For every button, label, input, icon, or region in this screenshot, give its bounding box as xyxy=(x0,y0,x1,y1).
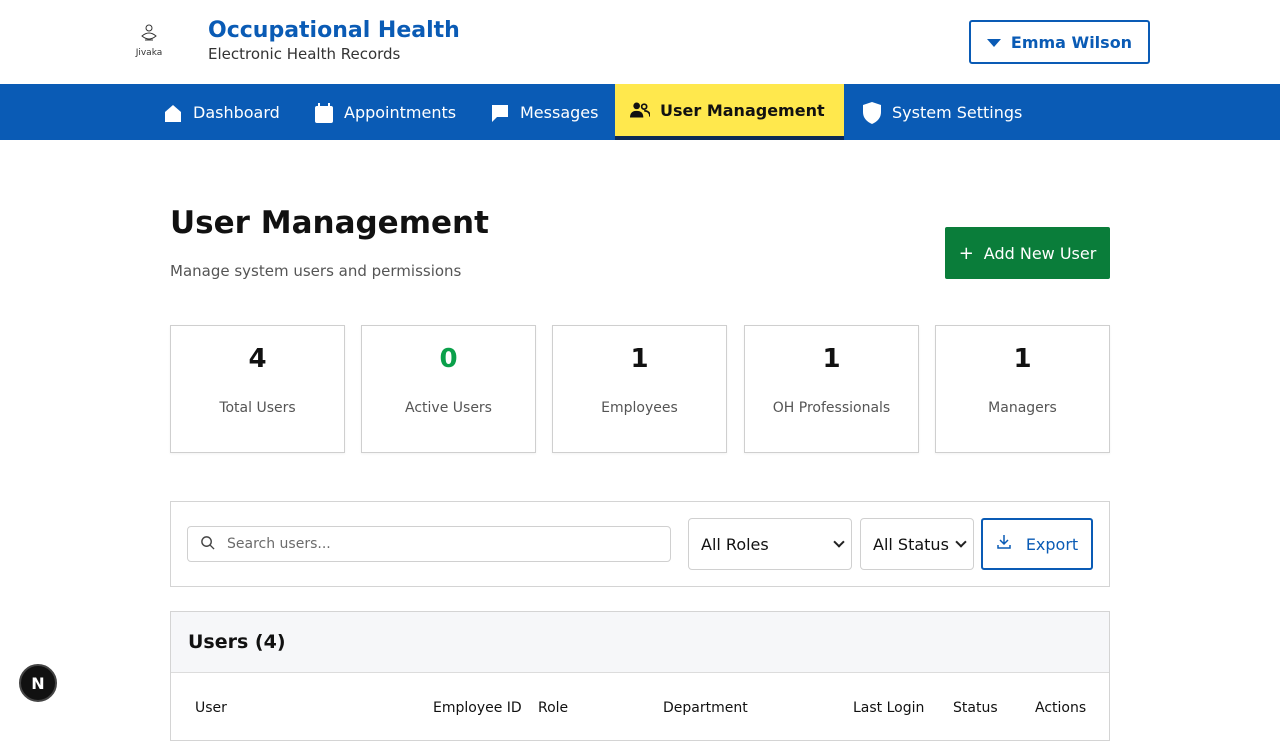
status-filter-select[interactable]: All Status xyxy=(860,518,974,570)
nav-label: User Management xyxy=(660,100,825,120)
nav-label: Appointments xyxy=(344,102,457,122)
message-icon xyxy=(490,102,510,122)
stat-card-total-users: 4 Total Users xyxy=(170,325,345,453)
column-header-role[interactable]: Role xyxy=(538,700,568,716)
stat-value: 1 xyxy=(822,344,841,374)
stat-label: Employees xyxy=(601,400,678,416)
dev-tools-badge[interactable]: N xyxy=(19,664,57,702)
stat-label: OH Professionals xyxy=(772,400,891,416)
user-menu-button[interactable]: Emma Wilson xyxy=(969,20,1150,64)
users-icon xyxy=(630,100,650,120)
stat-label: Managers xyxy=(988,400,1057,416)
calendar-icon xyxy=(314,102,334,123)
app-subtitle: Electronic Health Records xyxy=(208,45,401,63)
role-filter-value: All Roles xyxy=(701,534,769,554)
users-table-title: Users (4) xyxy=(188,631,286,653)
logo-text: Jivaka xyxy=(135,48,163,58)
main-nav: Dashboard Appointments Messages User Man… xyxy=(0,84,1280,140)
nav-label: Dashboard xyxy=(193,102,280,122)
stat-value: 4 xyxy=(248,344,267,374)
nav-item-dashboard[interactable]: Dashboard xyxy=(148,84,295,140)
user-name: Emma Wilson xyxy=(1010,32,1133,52)
stat-card-active-users: 0 Active Users xyxy=(361,325,536,453)
stat-card-managers: 1 Managers xyxy=(935,325,1110,453)
column-header-actions[interactable]: Actions xyxy=(1035,700,1086,716)
filter-bar: All Roles All Status Export xyxy=(170,501,1110,587)
export-button[interactable]: Export xyxy=(981,518,1093,570)
stat-value: 1 xyxy=(1013,344,1032,374)
shield-icon xyxy=(862,102,882,124)
stat-value: 0 xyxy=(439,344,458,374)
search-box xyxy=(187,526,671,562)
search-icon xyxy=(200,535,215,554)
nav-item-messages[interactable]: Messages xyxy=(475,84,613,140)
home-icon xyxy=(163,102,183,122)
chevron-down-icon xyxy=(833,536,845,548)
search-input[interactable] xyxy=(227,536,647,552)
column-header-status[interactable]: Status xyxy=(953,700,998,716)
add-new-user-button[interactable]: + Add New User xyxy=(945,227,1110,279)
stat-card-employees: 1 Employees xyxy=(552,325,727,453)
nav-item-user-management[interactable]: User Management xyxy=(615,84,844,140)
stat-value: 1 xyxy=(630,344,649,374)
users-table-header: Users (4) xyxy=(171,612,1109,673)
jivaka-logo[interactable]: Jivaka xyxy=(130,22,168,62)
caret-down-icon xyxy=(986,39,1001,47)
app-header: Jivaka Occupational Health Electronic He… xyxy=(0,0,1280,84)
download-icon xyxy=(996,534,1012,554)
page-subtitle: Manage system users and permissions xyxy=(170,262,462,280)
users-table: Users (4) User Employee ID Role Departme… xyxy=(170,611,1110,741)
stat-label: Active Users xyxy=(405,400,492,416)
nav-label: System Settings xyxy=(892,102,1023,122)
stat-label: Total Users xyxy=(219,400,296,416)
column-header-employee-id[interactable]: Employee ID xyxy=(433,700,522,716)
nav-item-appointments[interactable]: Appointments xyxy=(299,84,471,140)
column-header-last-login[interactable]: Last Login xyxy=(853,700,924,716)
page-title: User Management xyxy=(170,205,489,241)
nav-item-system-settings[interactable]: System Settings xyxy=(847,84,1037,140)
stat-card-oh-professionals: 1 OH Professionals xyxy=(744,325,919,453)
role-filter-select[interactable]: All Roles xyxy=(688,518,852,570)
column-header-department[interactable]: Department xyxy=(663,700,748,716)
status-filter-value: All Status xyxy=(873,534,949,554)
lotus-logo-icon xyxy=(141,24,157,41)
app-title: Occupational Health xyxy=(208,18,460,43)
nav-label: Messages xyxy=(520,102,599,122)
plus-icon: + xyxy=(958,242,974,264)
add-button-label: Add New User xyxy=(983,243,1097,263)
column-header-user[interactable]: User xyxy=(195,700,227,716)
export-label: Export xyxy=(1025,534,1079,554)
chevron-down-icon xyxy=(955,536,967,548)
